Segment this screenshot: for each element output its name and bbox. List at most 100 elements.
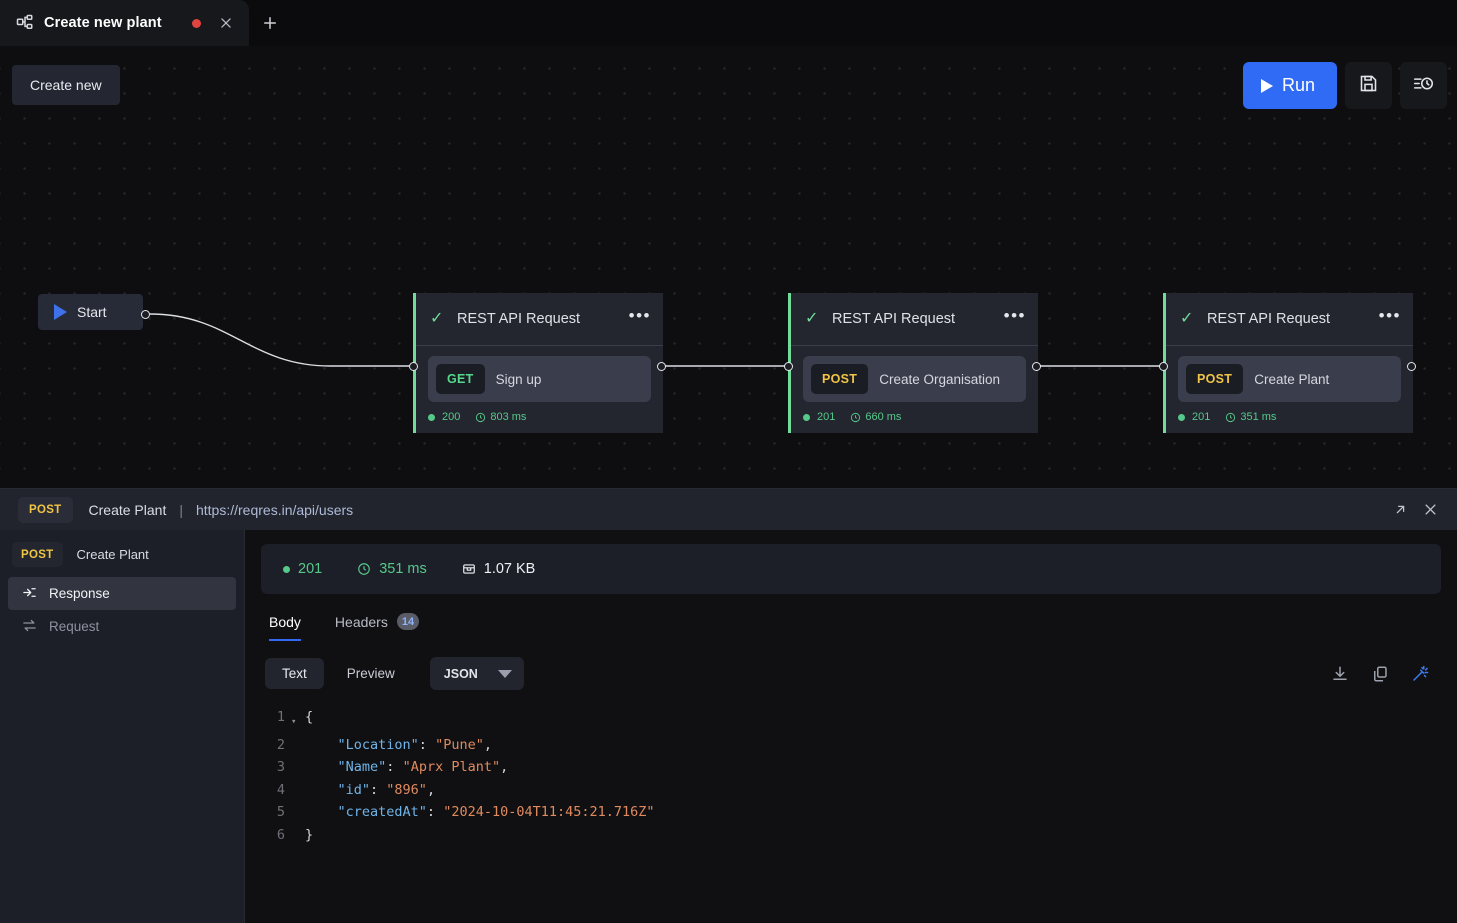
format-text-button[interactable]: Text — [265, 658, 324, 689]
node-1-input-handle[interactable] — [409, 362, 418, 371]
node-body: POST Create Organisation — [791, 346, 1038, 402]
new-tab-button[interactable] — [249, 0, 291, 46]
response-size: 1.07 KB — [483, 561, 536, 577]
status-code-group: 201 — [283, 561, 322, 577]
panel-separator: | — [179, 501, 183, 518]
line-number: 4 — [276, 781, 285, 798]
sidebar-item-request[interactable]: Request — [8, 610, 236, 643]
fold-toggle-icon — [291, 801, 305, 824]
more-dots-icon[interactable]: ••• — [1379, 308, 1401, 326]
panel-body: POST Create Plant Response Request 201 3… — [0, 530, 1457, 923]
node-request-row[interactable]: POST Create Plant — [1178, 356, 1401, 402]
code-line: 4 "id": "896", — [261, 779, 1441, 802]
node-header: ✓ REST API Request ••• — [416, 293, 663, 346]
code-line-content: "id": "896", — [337, 781, 436, 798]
node-request-row[interactable]: POST Create Organisation — [803, 356, 1026, 402]
sidebar-item-response[interactable]: Response — [8, 577, 236, 610]
fold-toggle-icon — [291, 756, 305, 779]
package-icon — [462, 564, 475, 574]
fold-toggle-icon[interactable]: ▾ — [291, 706, 305, 734]
save-button[interactable] — [1345, 62, 1392, 109]
duration: 351 ms — [1240, 411, 1277, 423]
start-node[interactable]: Start — [38, 294, 143, 330]
check-icon: ✓ — [805, 310, 819, 327]
response-panel: POST Create Plant | https://reqres.in/ap… — [0, 488, 1457, 923]
node-title: REST API Request — [832, 311, 956, 327]
node-rest-api-request-1[interactable]: ✓ REST API Request ••• GET Sign up 200 8… — [413, 293, 663, 433]
node-footer: 201 351 ms — [1166, 402, 1413, 433]
content-type-select[interactable]: JSON — [429, 657, 524, 690]
request-name: Create Organisation — [879, 371, 1001, 387]
duration-group: 351 ms — [1225, 411, 1276, 423]
format-preview-button[interactable]: Preview — [330, 658, 412, 689]
size-group: 1.07 KB — [462, 561, 536, 577]
workflow-tab[interactable]: Create new plant — [0, 0, 249, 46]
fold-toggle-icon — [291, 824, 305, 847]
fold-toggle-icon — [291, 779, 305, 802]
check-icon: ✓ — [430, 310, 444, 327]
line-number: 3 — [276, 759, 285, 775]
sidebar-method-badge: POST — [12, 542, 63, 567]
node-body: GET Sign up — [416, 346, 663, 402]
node-1-output-handle[interactable] — [657, 362, 666, 371]
code-line: 5 "createdAt": "2024-10-04T11:45:21.716Z… — [261, 801, 1441, 824]
node-3-input-handle[interactable] — [1159, 362, 1168, 371]
method-badge: GET — [436, 364, 485, 394]
content-type-value: JSON — [443, 666, 478, 681]
node-footer: 200 803 ms — [416, 402, 663, 433]
node-title: REST API Request — [457, 311, 581, 327]
sidebar-request-title: POST Create Plant — [8, 539, 236, 577]
response-duration: 351 ms — [379, 561, 427, 577]
canvas-toolbar: Run — [1242, 62, 1447, 109]
history-button[interactable] — [1400, 62, 1447, 109]
more-dots-icon[interactable]: ••• — [1004, 308, 1026, 326]
floppy-disk-icon — [1358, 73, 1379, 99]
fold-toggle-icon — [291, 734, 305, 757]
response-body-code[interactable]: 1 ▾{2 "Location": "Pune", 3 "Name": "Aprx … — [261, 706, 1441, 846]
code-line-content: "createdAt": "2024-10-04T11:45:21.716Z" — [337, 804, 655, 820]
status-dot — [803, 413, 810, 421]
response-status-bar: 201 351 ms 1.07 KB — [261, 544, 1441, 594]
sidebar-item-label: Response — [49, 586, 110, 601]
clock-icon — [476, 412, 486, 422]
code-line: 2 "Location": "Pune", — [261, 734, 1441, 757]
tab-title: Create new plant — [44, 15, 162, 31]
line-number: 2 — [276, 736, 285, 753]
request-name: Create Plant — [1254, 371, 1330, 387]
play-triangle-icon — [1260, 78, 1273, 93]
code-line: 1 ▾{ — [261, 706, 1441, 734]
clock-icon — [1226, 412, 1236, 422]
node-rest-api-request-2[interactable]: ✓ REST API Request ••• POST Create Organ… — [788, 293, 1038, 433]
copy-icon[interactable] — [1363, 659, 1397, 689]
create-new-button[interactable]: Create new — [12, 65, 120, 105]
close-icon[interactable] — [215, 12, 237, 34]
tab-body[interactable]: Body — [269, 614, 301, 641]
start-output-handle[interactable] — [141, 310, 150, 319]
status-code: 201 — [1192, 411, 1211, 423]
node-rest-api-request-3[interactable]: ✓ REST API Request ••• POST Create Plant… — [1163, 293, 1413, 433]
check-icon: ✓ — [1180, 310, 1194, 327]
run-button[interactable]: Run — [1242, 62, 1337, 109]
request-arrows-icon — [22, 618, 37, 636]
node-request-row[interactable]: GET Sign up — [428, 356, 651, 402]
flow-canvas[interactable]: Start ✓ REST API Request ••• GET Sign up… — [0, 46, 1457, 488]
node-footer: 201 660 ms — [791, 402, 1038, 433]
status-dot — [283, 565, 290, 573]
sidebar-item-label: Request — [49, 619, 100, 634]
node-2-output-handle[interactable] — [1032, 362, 1041, 371]
code-line-content: } — [305, 826, 314, 843]
panel-sidebar: POST Create Plant Response Request — [0, 530, 245, 923]
chevron-down-icon — [497, 669, 512, 678]
magic-wand-icon[interactable] — [1403, 659, 1437, 689]
headers-count-badge: 14 — [396, 613, 420, 630]
panel-close-icon[interactable] — [1415, 495, 1445, 525]
tab-headers-label: Headers — [334, 613, 388, 630]
panel-request-url: https://reqres.in/api/users — [195, 501, 354, 518]
download-icon[interactable] — [1323, 659, 1357, 689]
node-2-input-handle[interactable] — [784, 362, 793, 371]
more-dots-icon[interactable]: ••• — [629, 308, 651, 326]
duration: 660 ms — [865, 411, 902, 423]
tab-headers[interactable]: Headers 14 — [334, 613, 420, 641]
node-3-output-handle[interactable] — [1407, 362, 1416, 371]
expand-arrow-icon[interactable] — [1385, 495, 1415, 525]
